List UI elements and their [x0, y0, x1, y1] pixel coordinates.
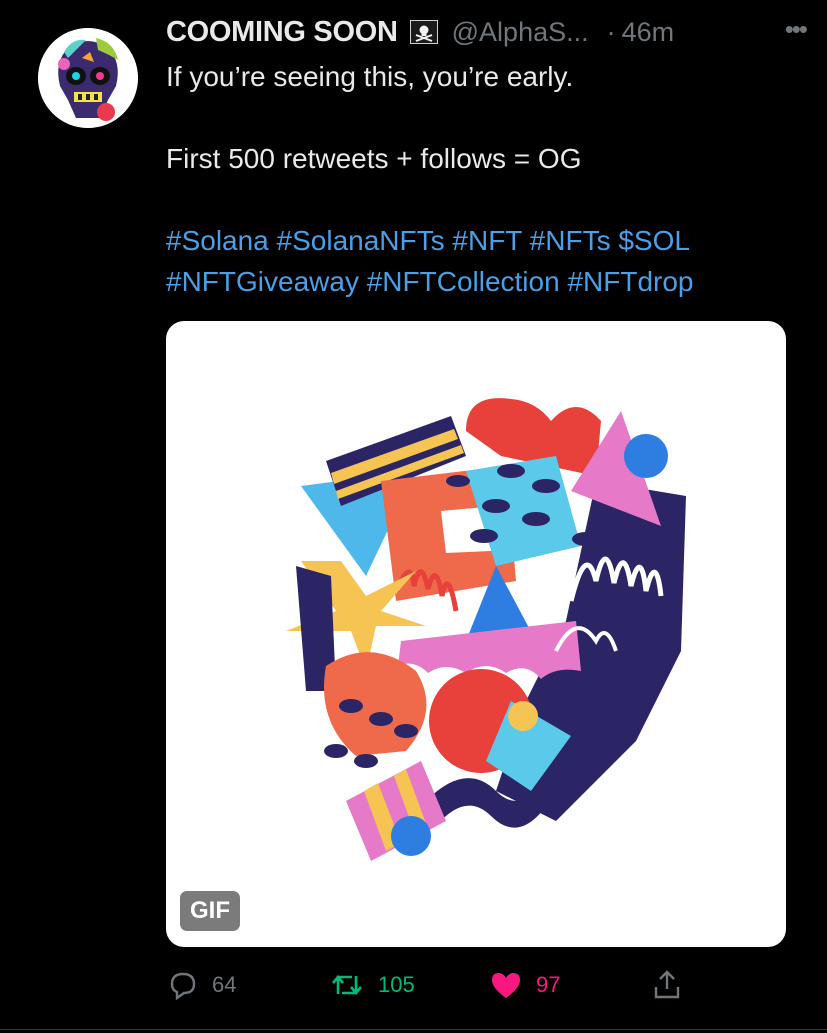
avatar[interactable]	[38, 28, 138, 128]
media-gif[interactable]: GIF	[166, 321, 786, 947]
retweet-count: 105	[378, 972, 415, 997]
timestamp[interactable]: 46m	[622, 17, 675, 48]
skull-avatar-image	[38, 28, 138, 128]
reply-button[interactable]: 64	[168, 965, 236, 1005]
share-button[interactable]	[652, 965, 682, 1005]
gif-badge: GIF	[180, 891, 240, 931]
separator-dot: ·	[606, 16, 616, 47]
retweet-button[interactable]: 105	[330, 965, 415, 1005]
author-name[interactable]: COOMING SOON	[166, 16, 398, 49]
heart-icon	[492, 973, 520, 998]
tweet-text-line: First 500 retweets + follows = OG	[166, 143, 582, 174]
nft-artwork-image	[286, 398, 686, 861]
reply-count: 64	[212, 972, 237, 997]
author-handle[interactable]: @AlphaS...	[452, 17, 589, 48]
hashtags-line[interactable]: #NFTGiveaway #NFTCollection #NFTdrop	[166, 261, 806, 302]
reply-icon	[170, 972, 196, 1000]
like-count: 97	[536, 972, 561, 997]
tweet-actions: 64 105 97	[0, 965, 827, 1005]
share-icon	[654, 970, 680, 999]
pirate-flag-icon	[409, 20, 438, 44]
retweet-icon	[332, 974, 362, 996]
more-icon[interactable]: •••	[785, 14, 808, 45]
tweet-header: COOMING SOON @AlphaS... · 46m •••	[166, 12, 808, 52]
like-button[interactable]: 97	[490, 965, 560, 1005]
hashtags-line[interactable]: #Solana #SolanaNFTs #NFT #NFTs $SOL	[166, 220, 806, 261]
tweet-text-line: If you’re seeing this, you’re early.	[166, 61, 574, 92]
divider	[0, 1029, 827, 1030]
tweet-text: If you’re seeing this, you’re early. Fir…	[166, 56, 806, 302]
